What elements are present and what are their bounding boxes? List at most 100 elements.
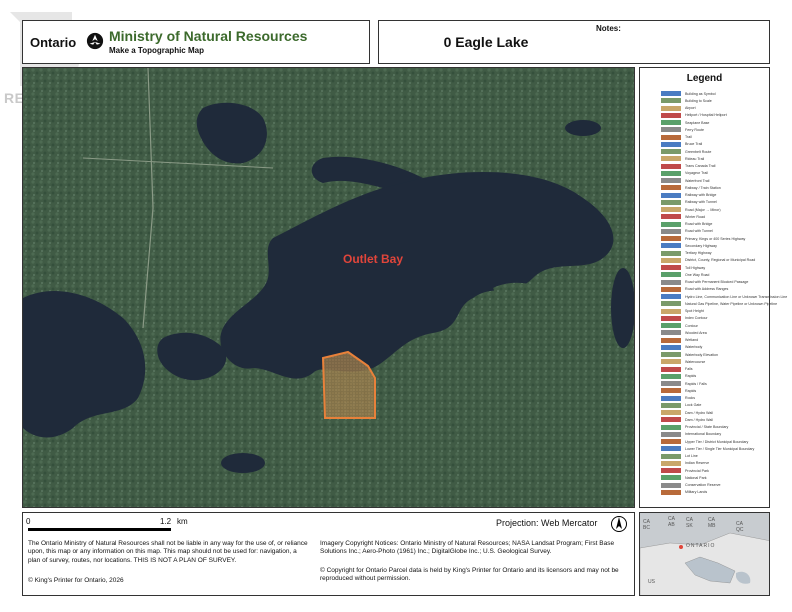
legend-item: Dam / Hydro Wall: [661, 416, 713, 423]
legend-item: Military Lands: [661, 489, 707, 496]
legend-swatch: [661, 381, 681, 386]
legend-label: Conservation Reserve: [685, 483, 721, 487]
legend-swatch: [661, 424, 681, 430]
legend-swatch: [661, 257, 681, 263]
projection-label: Projection: Web Mercator: [496, 518, 598, 528]
legend-swatch: [661, 250, 681, 256]
legend-label: Lock Gate: [685, 403, 702, 408]
legend-item: Bruce Trail: [661, 141, 702, 148]
legend-item: Waterbody Elevation: [661, 351, 718, 358]
legend-swatch: [661, 323, 681, 328]
legend-item: Building as Symbol: [661, 90, 716, 97]
legend-label: Tertiary Highway: [685, 251, 712, 255]
legend-swatch: [661, 308, 681, 314]
legend-item: Falls: [661, 366, 693, 373]
scale-distance-label: 1.2: [160, 517, 172, 526]
legend-swatch: [661, 192, 681, 198]
ministry-title: Ministry of Natural Resources: [109, 28, 308, 44]
legend-label: Railway with Bridge: [685, 193, 717, 197]
legend-item: Road with Address Ranges: [661, 286, 728, 293]
ontario-wordmark: Ontario: [30, 35, 77, 50]
inset-locator-map: CA BC CA AB CA SK CA MB CA QC US ONTARIO: [639, 512, 770, 596]
legend-swatch: [661, 482, 681, 488]
legend-item: Road with Tunnel: [661, 228, 713, 235]
legend-label: Waterbody Elevation: [685, 352, 719, 357]
legend-label: Rapids: [685, 388, 697, 393]
legend-label: Trans Canada Trail: [685, 164, 716, 168]
legend-item: Dam / Hydro Wall: [661, 409, 713, 416]
legend-item: National Park: [661, 474, 707, 481]
legend-label: Contour: [685, 323, 698, 328]
legend-label: Winter Road: [685, 214, 705, 219]
legend-label: Seaplane Base: [685, 120, 710, 125]
legend-item: Rideau Trail: [661, 155, 704, 162]
legend-item: Primary, Kings or 400 Series Highway: [661, 235, 745, 242]
legend-item: Road with Permanent Blocked Passage: [661, 279, 748, 286]
legend-swatch: [661, 91, 681, 96]
legend-item: Trans Canada Trail: [661, 163, 715, 170]
pond: [565, 120, 601, 136]
legend-label: Provincial Park: [685, 468, 709, 473]
legend-swatch: [661, 475, 681, 481]
legend-item: Toll Highway: [661, 264, 705, 271]
scale-unit-label: km: [177, 517, 188, 526]
legend-label: Falls: [685, 367, 693, 371]
legend-item: Upper Tier / District Municipal Boundary: [661, 438, 748, 445]
satellite-map[interactable]: Outlet Bay: [22, 67, 635, 508]
legend-label: Watercourse: [685, 359, 706, 364]
legend-item: Greenbelt Route: [661, 148, 711, 155]
legend-item: Lot Line: [661, 453, 698, 460]
legend-swatch: [661, 395, 681, 401]
app-subtitle: Make a Topographic Map: [109, 46, 204, 55]
copyright-text: © King's Printer for Ontario, 2026: [28, 577, 124, 584]
legend-item: Winter Road: [661, 213, 705, 220]
legend-label: Airport: [685, 106, 696, 110]
legend-label: Rapids: [685, 374, 697, 379]
legend-item: Rapids: [661, 373, 696, 380]
legend-label: Road with Bridge: [685, 222, 713, 226]
map-canvas: Outlet Bay: [23, 68, 634, 507]
legend-label: Upper Tier / District Municipal Boundary: [685, 439, 749, 444]
legend-swatch: [661, 352, 681, 357]
map-title: 0 Eagle Lake: [443, 34, 529, 50]
legend-swatch: [661, 149, 681, 154]
legend-swatch: [661, 178, 681, 183]
legend-swatch: [661, 163, 681, 169]
legend-swatch: [661, 228, 681, 234]
legend-item: Waterfront Trail: [661, 177, 709, 184]
legend-swatch: [661, 214, 681, 220]
legend-item: Voyageur Trail: [661, 170, 708, 177]
legend-label: Building as Symbol: [685, 91, 716, 96]
legend-swatch: [661, 301, 681, 307]
legend-item: Watercourse: [661, 358, 705, 365]
legend-label: Lot Line: [685, 454, 698, 458]
legend-item: Lower Tier / Single Tier Municipal Bound…: [661, 445, 754, 452]
disclaimer-text: The Ontario Ministry of Natural Resource…: [28, 540, 308, 564]
legend-label: Trail: [685, 135, 692, 139]
legend-item: Tertiary Highway: [661, 250, 712, 257]
legend-swatch: [661, 127, 681, 133]
legend-item: Natural Gas Pipeline, Water Pipeline or …: [661, 300, 777, 307]
legend-label: Hydro Line, Communication Line or Unknow…: [685, 294, 788, 299]
legend-item: Provincial Park: [661, 467, 709, 474]
legend-item: Airport: [661, 105, 696, 112]
imagery-notice: Imagery Copyright Notices: Ontario Minis…: [320, 540, 615, 556]
legend-swatch: [661, 366, 681, 372]
legend-swatch: [661, 243, 681, 249]
inset-label: SK: [686, 523, 693, 529]
legend-swatch: [661, 279, 681, 285]
legend-title: Legend: [686, 73, 723, 84]
legend-label: Heliport / Hospital Heliport: [685, 113, 727, 118]
legend-swatch: [661, 265, 681, 270]
legend-item: Railway / Train Station: [661, 184, 721, 191]
legend-item: Railway with Bridge: [661, 192, 716, 199]
legend-label: Waterfront Trail: [685, 178, 710, 183]
legend-label: Secondary Highway: [685, 243, 717, 248]
legend-item: Seaplane Base: [661, 119, 709, 126]
legend-swatch: [661, 453, 681, 459]
legend-swatch: [661, 460, 681, 466]
legend-label: Ferry Route: [685, 127, 704, 132]
legend-label: Rocks: [685, 396, 695, 400]
legend-swatch: [661, 489, 681, 495]
legend-swatch: [661, 134, 681, 140]
